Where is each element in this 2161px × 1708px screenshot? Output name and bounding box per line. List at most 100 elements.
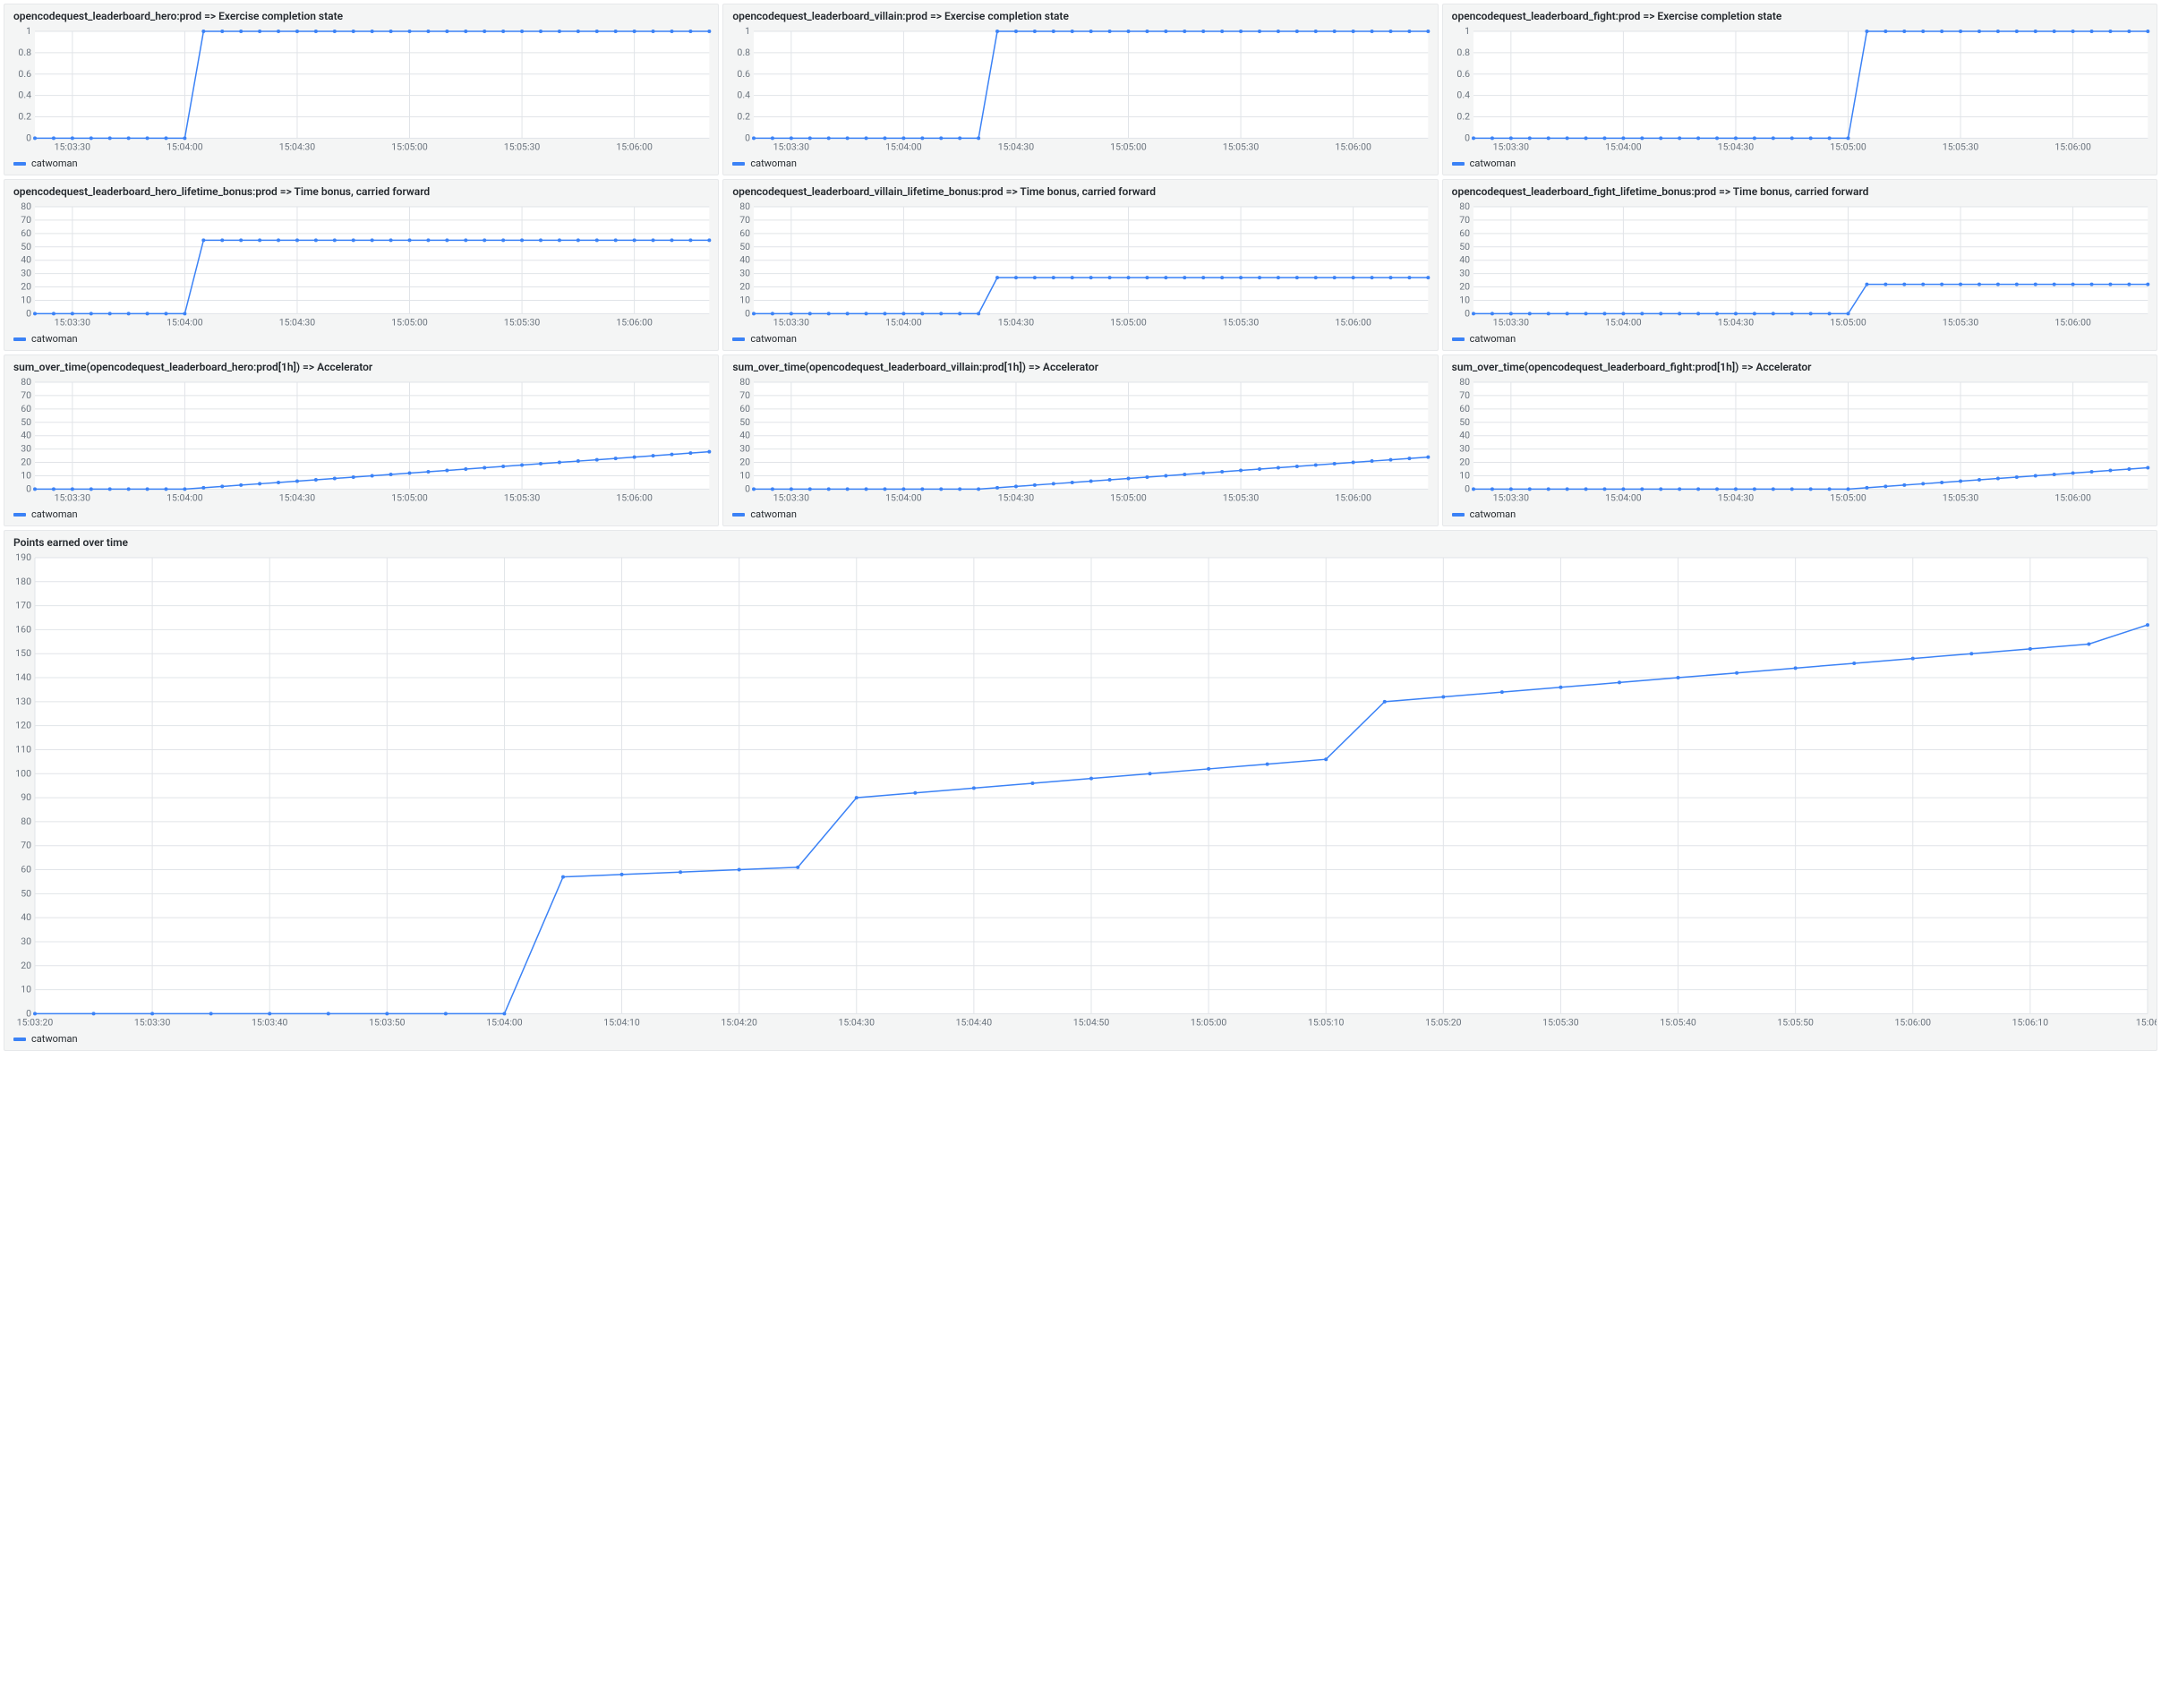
chart[interactable]: 00.20.40.60.8115:03:3015:04:0015:04:3015… — [1443, 26, 2157, 154]
chart[interactable]: 0102030405060708015:03:3015:04:0015:04:3… — [4, 201, 718, 329]
svg-text:50: 50 — [1459, 415, 1470, 427]
panel-fight-completion[interactable]: opencodequest_leaderboard_fight:prod => … — [1442, 4, 2157, 175]
legend-label: catwoman — [1470, 508, 1516, 520]
svg-text:0: 0 — [745, 307, 750, 319]
svg-text:40: 40 — [1459, 253, 1470, 265]
panel-villain-completion[interactable]: opencodequest_leaderboard_villain:prod =… — [722, 4, 1438, 175]
svg-text:15:05:30: 15:05:30 — [1942, 316, 1978, 328]
svg-text:15:04:00: 15:04:00 — [167, 316, 203, 328]
svg-text:10: 10 — [740, 294, 751, 305]
svg-text:15:03:30: 15:03:30 — [55, 316, 91, 328]
svg-text:15:04:00: 15:04:00 — [167, 491, 203, 503]
svg-text:80: 80 — [21, 201, 31, 212]
svg-text:10: 10 — [21, 983, 31, 995]
svg-text:15:03:30: 15:03:30 — [1492, 491, 1529, 503]
panel-points-over-time[interactable]: Points earned over time 0102030405060708… — [4, 530, 2157, 1051]
legend-label: catwoman — [1470, 158, 1516, 169]
svg-text:0.6: 0.6 — [738, 67, 751, 79]
legend-swatch — [1452, 337, 1465, 341]
svg-text:30: 30 — [21, 442, 31, 454]
svg-text:40: 40 — [21, 911, 31, 923]
svg-text:15:03:30: 15:03:30 — [773, 316, 810, 328]
svg-text:15:03:50: 15:03:50 — [369, 1016, 406, 1028]
legend: catwoman — [1443, 505, 2157, 525]
svg-text:15:06:00: 15:06:00 — [2054, 491, 2091, 503]
dashboard-grid: opencodequest_leaderboard_hero:prod => E… — [0, 0, 2161, 1055]
svg-text:15:04:00: 15:04:00 — [1605, 316, 1642, 328]
chart[interactable]: 0102030405060708015:03:3015:04:0015:04:3… — [723, 377, 1437, 505]
svg-text:150: 150 — [15, 647, 31, 659]
svg-text:20: 20 — [21, 456, 31, 467]
svg-text:60: 60 — [740, 402, 751, 414]
svg-text:20: 20 — [1459, 280, 1470, 292]
panel-title: opencodequest_leaderboard_villain:prod =… — [723, 4, 1437, 26]
svg-text:0.8: 0.8 — [18, 46, 31, 57]
legend-swatch — [732, 162, 745, 166]
chart[interactable]: 0102030405060708015:03:3015:04:0015:04:3… — [1443, 201, 2157, 329]
svg-text:30: 30 — [1459, 442, 1470, 454]
svg-text:15:06:00: 15:06:00 — [616, 141, 653, 152]
legend-label: catwoman — [750, 158, 797, 169]
legend: catwoman — [4, 505, 718, 525]
svg-text:15:05:30: 15:05:30 — [1223, 491, 1260, 503]
svg-text:110: 110 — [15, 743, 31, 755]
svg-text:0.2: 0.2 — [18, 110, 31, 122]
svg-text:15:04:00: 15:04:00 — [885, 316, 922, 328]
panel-title: opencodequest_leaderboard_hero_lifetime_… — [4, 180, 718, 201]
svg-text:30: 30 — [740, 442, 751, 454]
svg-text:50: 50 — [21, 887, 31, 899]
svg-text:0.8: 0.8 — [1456, 46, 1470, 57]
legend-label: catwoman — [750, 333, 797, 345]
legend: catwoman — [1443, 329, 2157, 350]
svg-text:0: 0 — [26, 132, 31, 143]
chart[interactable]: 0102030405060708015:03:3015:04:0015:04:3… — [723, 201, 1437, 329]
svg-text:20: 20 — [21, 959, 31, 970]
panel-fight-accelerator[interactable]: sum_over_time(opencodequest_leaderboard_… — [1442, 354, 2157, 526]
legend-label: catwoman — [1470, 333, 1516, 345]
svg-text:80: 80 — [740, 377, 751, 388]
legend-label: catwoman — [750, 508, 797, 520]
chart[interactable]: 00.20.40.60.8115:03:3015:04:0015:04:3015… — [4, 26, 718, 154]
svg-text:90: 90 — [21, 791, 31, 803]
svg-text:15:04:30: 15:04:30 — [1717, 491, 1754, 503]
panel-hero-accelerator[interactable]: sum_over_time(opencodequest_leaderboard_… — [4, 354, 719, 526]
svg-text:15:05:30: 15:05:30 — [1942, 491, 1978, 503]
svg-text:15:06:00: 15:06:00 — [1336, 141, 1372, 152]
svg-text:15:05:00: 15:05:00 — [1191, 1016, 1227, 1028]
svg-text:15:06:00: 15:06:00 — [2054, 141, 2091, 152]
chart[interactable]: 0102030405060708015:03:3015:04:0015:04:3… — [1443, 377, 2157, 505]
svg-text:0.4: 0.4 — [18, 89, 31, 100]
svg-text:15:05:30: 15:05:30 — [504, 316, 541, 328]
legend: catwoman — [723, 329, 1437, 350]
svg-text:15:03:30: 15:03:30 — [134, 1016, 171, 1028]
svg-text:80: 80 — [1459, 201, 1470, 212]
svg-text:15:04:00: 15:04:00 — [1605, 141, 1642, 152]
svg-text:15:05:00: 15:05:00 — [391, 316, 428, 328]
svg-text:15:06:00: 15:06:00 — [616, 316, 653, 328]
chart[interactable]: 0102030405060708090100110120130140150160… — [4, 552, 2157, 1029]
legend-swatch — [1452, 513, 1465, 517]
svg-text:15:05:10: 15:05:10 — [1308, 1016, 1345, 1028]
svg-text:10: 10 — [1459, 294, 1470, 305]
svg-text:0.2: 0.2 — [738, 110, 751, 122]
svg-text:170: 170 — [15, 599, 31, 611]
panel-hero-bonus[interactable]: opencodequest_leaderboard_hero_lifetime_… — [4, 179, 719, 351]
svg-text:15:05:30: 15:05:30 — [1223, 316, 1260, 328]
chart[interactable]: 00.20.40.60.8115:03:3015:04:0015:04:3015… — [723, 26, 1437, 154]
svg-text:80: 80 — [21, 377, 31, 388]
chart[interactable]: 0102030405060708015:03:3015:04:0015:04:3… — [4, 377, 718, 505]
svg-text:40: 40 — [1459, 429, 1470, 440]
panel-hero-completion[interactable]: opencodequest_leaderboard_hero:prod => E… — [4, 4, 719, 175]
panel-villain-accelerator[interactable]: sum_over_time(opencodequest_leaderboard_… — [722, 354, 1438, 526]
panel-title: Points earned over time — [4, 531, 2157, 552]
legend-swatch — [13, 513, 26, 517]
panel-title: sum_over_time(opencodequest_leaderboard_… — [1443, 355, 2157, 377]
svg-text:15:05:00: 15:05:00 — [1111, 316, 1148, 328]
legend-swatch — [13, 337, 26, 341]
svg-text:0.4: 0.4 — [1456, 89, 1470, 100]
svg-text:15:03:20: 15:03:20 — [17, 1016, 54, 1028]
panel-fight-bonus[interactable]: opencodequest_leaderboard_fight_lifetime… — [1442, 179, 2157, 351]
svg-text:15:05:30: 15:05:30 — [504, 491, 541, 503]
legend-label: catwoman — [31, 508, 78, 520]
panel-villain-bonus[interactable]: opencodequest_leaderboard_villain_lifeti… — [722, 179, 1438, 351]
